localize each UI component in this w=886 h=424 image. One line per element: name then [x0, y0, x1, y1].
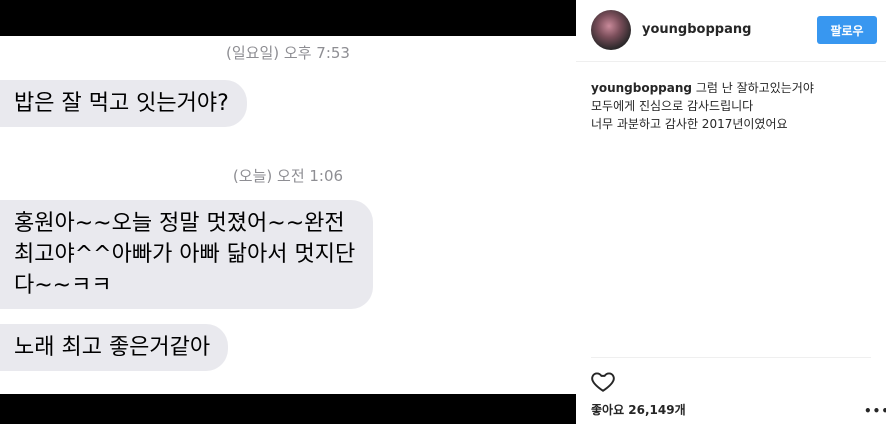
message-bubble: 홍원아~~오늘 정말 멋졌어~~완전 최고야^^아빠가 아빠 닮아서 멋지단 다…: [0, 200, 374, 309]
message-bubble: 노래 최고 좋은거같아: [0, 324, 229, 371]
caption-line: 모두에게 진심으로 감사드립니다: [591, 99, 754, 113]
message-screenshot: (일요일) 오후 7:53 밥은 잘 먹고 잇는거야? (오늘) 오전 1:06…: [0, 36, 576, 394]
more-dots-icon[interactable]: •••: [864, 404, 886, 418]
timestamp-day: (일요일): [226, 44, 280, 62]
timestamp-sunday: (일요일) 오후 7:53: [0, 42, 576, 63]
post-photo[interactable]: (일요일) 오후 7:53 밥은 잘 먹고 잇는거야? (오늘) 오전 1:06…: [0, 0, 576, 424]
likes-count[interactable]: 좋아요 26,149개: [591, 401, 686, 418]
follow-button[interactable]: 팔로우: [817, 16, 877, 44]
post-caption: youngboppang 그럼 난 잘하고있는거야 모두에게 진심으로 감사드립…: [591, 79, 876, 133]
timestamp-today: (오늘) 오전 1:06: [0, 165, 576, 186]
caption-line: 그럼 난 잘하고있는거야: [695, 81, 814, 95]
caption-username[interactable]: youngboppang: [591, 81, 692, 95]
avatar[interactable]: [591, 10, 631, 50]
caption-line: 너무 과분하고 감사한 2017년이였어요: [591, 117, 788, 131]
post-header: youngboppang 팔로우: [576, 0, 886, 62]
username-link[interactable]: youngboppang: [642, 22, 751, 37]
timestamp-time: 오전 1:06: [277, 167, 344, 185]
post-sidebar: youngboppang 팔로우 youngboppang 그럼 난 잘하고있는…: [576, 0, 886, 424]
heart-icon[interactable]: [590, 368, 616, 394]
divider: [591, 357, 871, 358]
message-bubble: 밥은 잘 먹고 잇는거야?: [0, 80, 247, 127]
timestamp-day: (오늘): [232, 167, 273, 185]
timestamp-time: 오후 7:53: [283, 44, 350, 62]
